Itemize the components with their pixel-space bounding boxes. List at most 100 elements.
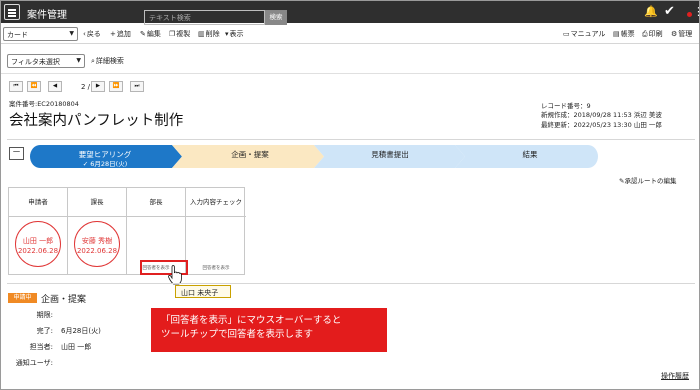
stamp-date: 2022.06.28 (17, 247, 59, 255)
trash-icon: ▥ (198, 30, 205, 38)
step-label: 見積書提出 (371, 150, 409, 159)
done-label: 完了: (36, 327, 53, 335)
updated-info: 最終更新：2022/05/23 13:30 山田 一郎 (541, 121, 662, 129)
add-button[interactable]: +追加 (110, 29, 131, 39)
done-value: 6月28日(火) (61, 327, 101, 335)
annotation-callout: 「回答者を表示」にマウスオーバーすると ツールチップで回答者を表示します (151, 308, 387, 352)
edit-label: 編集 (146, 30, 161, 38)
step-hearing[interactable]: 要望ヒアリング ✓ 6月28日(火) (30, 145, 180, 168)
view-button[interactable]: ▾表示 (225, 29, 244, 39)
advanced-search-label: 詳細検索 (95, 57, 124, 65)
approval-stamp: 安藤 秀樹 2022.06.28 (74, 221, 120, 267)
case-number: 案件番号:EC20180804 (9, 100, 79, 108)
step-result[interactable]: 結果 (460, 145, 600, 168)
approval-stamp: 山田 一郎 2022.06.28 (15, 221, 61, 267)
hand-cursor-icon (168, 265, 182, 285)
deadline-label: 期限: (36, 311, 53, 319)
column-header: 課長 (68, 188, 126, 217)
assignee-label: 担当者: (29, 343, 53, 351)
back-label: 戻る (86, 30, 101, 38)
column-header: 申請者 (9, 188, 67, 217)
book-icon: ▭ (563, 30, 570, 38)
edit-button[interactable]: ✎編集 (140, 29, 161, 39)
collapse-button[interactable]: － (9, 147, 24, 160)
column-header: 入力内容チェック (186, 188, 246, 217)
check-icon[interactable]: ✔ (664, 4, 675, 19)
first-page-button[interactable]: ⏮ (9, 81, 23, 92)
stamp-date: 2022.06.28 (76, 247, 118, 255)
approval-column-manager: 課長 安藤 秀樹 2022.06.28 (68, 188, 127, 274)
step-estimate[interactable]: 見積書提出 (320, 145, 460, 168)
divider (7, 283, 695, 284)
print-button[interactable]: ⎙印刷 (642, 29, 663, 39)
callout-line: ツールチップで回答者を表示します (161, 329, 314, 340)
back-button[interactable]: ‹戻る (83, 29, 101, 39)
notification-dot (687, 12, 692, 17)
more-icon[interactable]: ⋮ (693, 5, 699, 18)
category-select-value: カード (7, 31, 28, 39)
notify-label: 通知ユーザ: (15, 359, 53, 367)
stamp-name: 山田 一郎 (22, 237, 54, 245)
edit-approval-route-link[interactable]: ✎承認ルートの編集 (619, 175, 676, 185)
print-label: 印刷 (648, 30, 663, 38)
delete-button[interactable]: ▥削除 (198, 29, 220, 39)
edit-route-label: 承認ルートの編集 (624, 177, 677, 185)
toolbar: カード ▼ ‹戻る +追加 ✎編集 ❐複製 ▥削除 ▾表示 ▭マニュアル ▤帳票… (1, 23, 699, 44)
approval-table: 申請者 山田 一郎 2022.06.28 課長 安藤 秀樹 2022.06.28… (8, 187, 246, 275)
show-respondents-link[interactable]: 回答者を表示 (186, 265, 246, 271)
copy-button[interactable]: ❐複製 (169, 29, 190, 39)
search-button[interactable]: 検索 (265, 10, 287, 25)
chevron-down-icon: ▼ (69, 30, 74, 37)
approval-column-check: 入力内容チェック 回答者を表示 (186, 188, 246, 274)
document-icon: ▤ (613, 30, 620, 38)
title-bar: 案件管理 🔔 ✔ ⋮ (1, 1, 699, 23)
filter-select[interactable]: フィルタ未選択 ▼ (7, 54, 85, 68)
section-title: 企画・提案 (41, 295, 87, 305)
view-label: 表示 (229, 30, 244, 38)
pencil-icon: ✎ (140, 30, 146, 38)
plus-icon: + (110, 30, 116, 38)
step-label: 企画・提案 (231, 150, 269, 159)
bell-icon[interactable]: 🔔 (644, 5, 658, 18)
column-header: 部長 (127, 188, 185, 217)
respondent-tooltip: 山口 未央子 (175, 285, 231, 298)
copy-icon: ❐ (169, 30, 176, 38)
approval-column-applicant: 申請者 山田 一郎 2022.06.28 (9, 188, 68, 274)
step-planning[interactable]: 企画・提案 (180, 145, 320, 168)
search-input[interactable]: テキスト検索 (144, 10, 265, 25)
workflow-steps: 要望ヒアリング ✓ 6月28日(火) 企画・提案 見積書提出 結果 (30, 145, 600, 168)
search-icon: ⌕ (91, 57, 95, 65)
advanced-search-button[interactable]: ⌕詳細検索 (91, 56, 124, 66)
operation-history-link[interactable]: 操作履歴 (661, 371, 689, 381)
search-bar: フィルタ未選択 ▼ ⌕詳細検索 (1, 44, 699, 74)
category-select[interactable]: カード ▼ (3, 27, 78, 41)
step-date: ✓ 6月28日(火) (82, 160, 128, 168)
printer-icon: ⎙ (642, 30, 648, 38)
dropdown-icon: ▾ (225, 30, 229, 38)
page-title: 会社案内パンフレット制作 (9, 113, 184, 129)
status-badge: 申請中 (8, 293, 37, 303)
next-fast-button[interactable]: ⏩ (109, 81, 123, 92)
next-page-button[interactable]: ▶ (91, 81, 105, 92)
step-label: 結果 (522, 150, 538, 159)
created-info: 新規作成：2018/09/28 11:53 浜辺 美波 (541, 111, 662, 119)
prev-page-button[interactable]: ◀ (48, 81, 62, 92)
manual-button[interactable]: ▭マニュアル (563, 29, 605, 39)
form-button[interactable]: ▤帳票 (613, 29, 635, 39)
admin-button[interactable]: ⚙管理 (671, 29, 692, 39)
gear-icon: ⚙ (671, 30, 678, 38)
manual-label: マニュアル (570, 30, 606, 38)
assignee-value: 山田 一郎 (61, 343, 92, 351)
last-page-button[interactable]: ⏭ (130, 81, 144, 92)
filter-select-value: フィルタ未選択 (11, 58, 60, 66)
app-window: 案件管理 🔔 ✔ ⋮ カード ▼ ‹戻る +追加 ✎編集 ❐複製 ▥削除 ▾表示… (0, 0, 700, 390)
chevron-down-icon: ▼ (76, 57, 81, 64)
copy-label: 複製 (176, 30, 191, 38)
back-icon: ‹ (83, 30, 86, 38)
delete-label: 削除 (205, 30, 220, 38)
app-title: 案件管理 (27, 10, 67, 21)
callout-line: 「回答者を表示」にマウスオーバーすると (161, 315, 342, 326)
menu-icon[interactable] (4, 4, 20, 20)
prev-fast-button[interactable]: ⏪ (27, 81, 41, 92)
add-label: 追加 (116, 30, 131, 38)
